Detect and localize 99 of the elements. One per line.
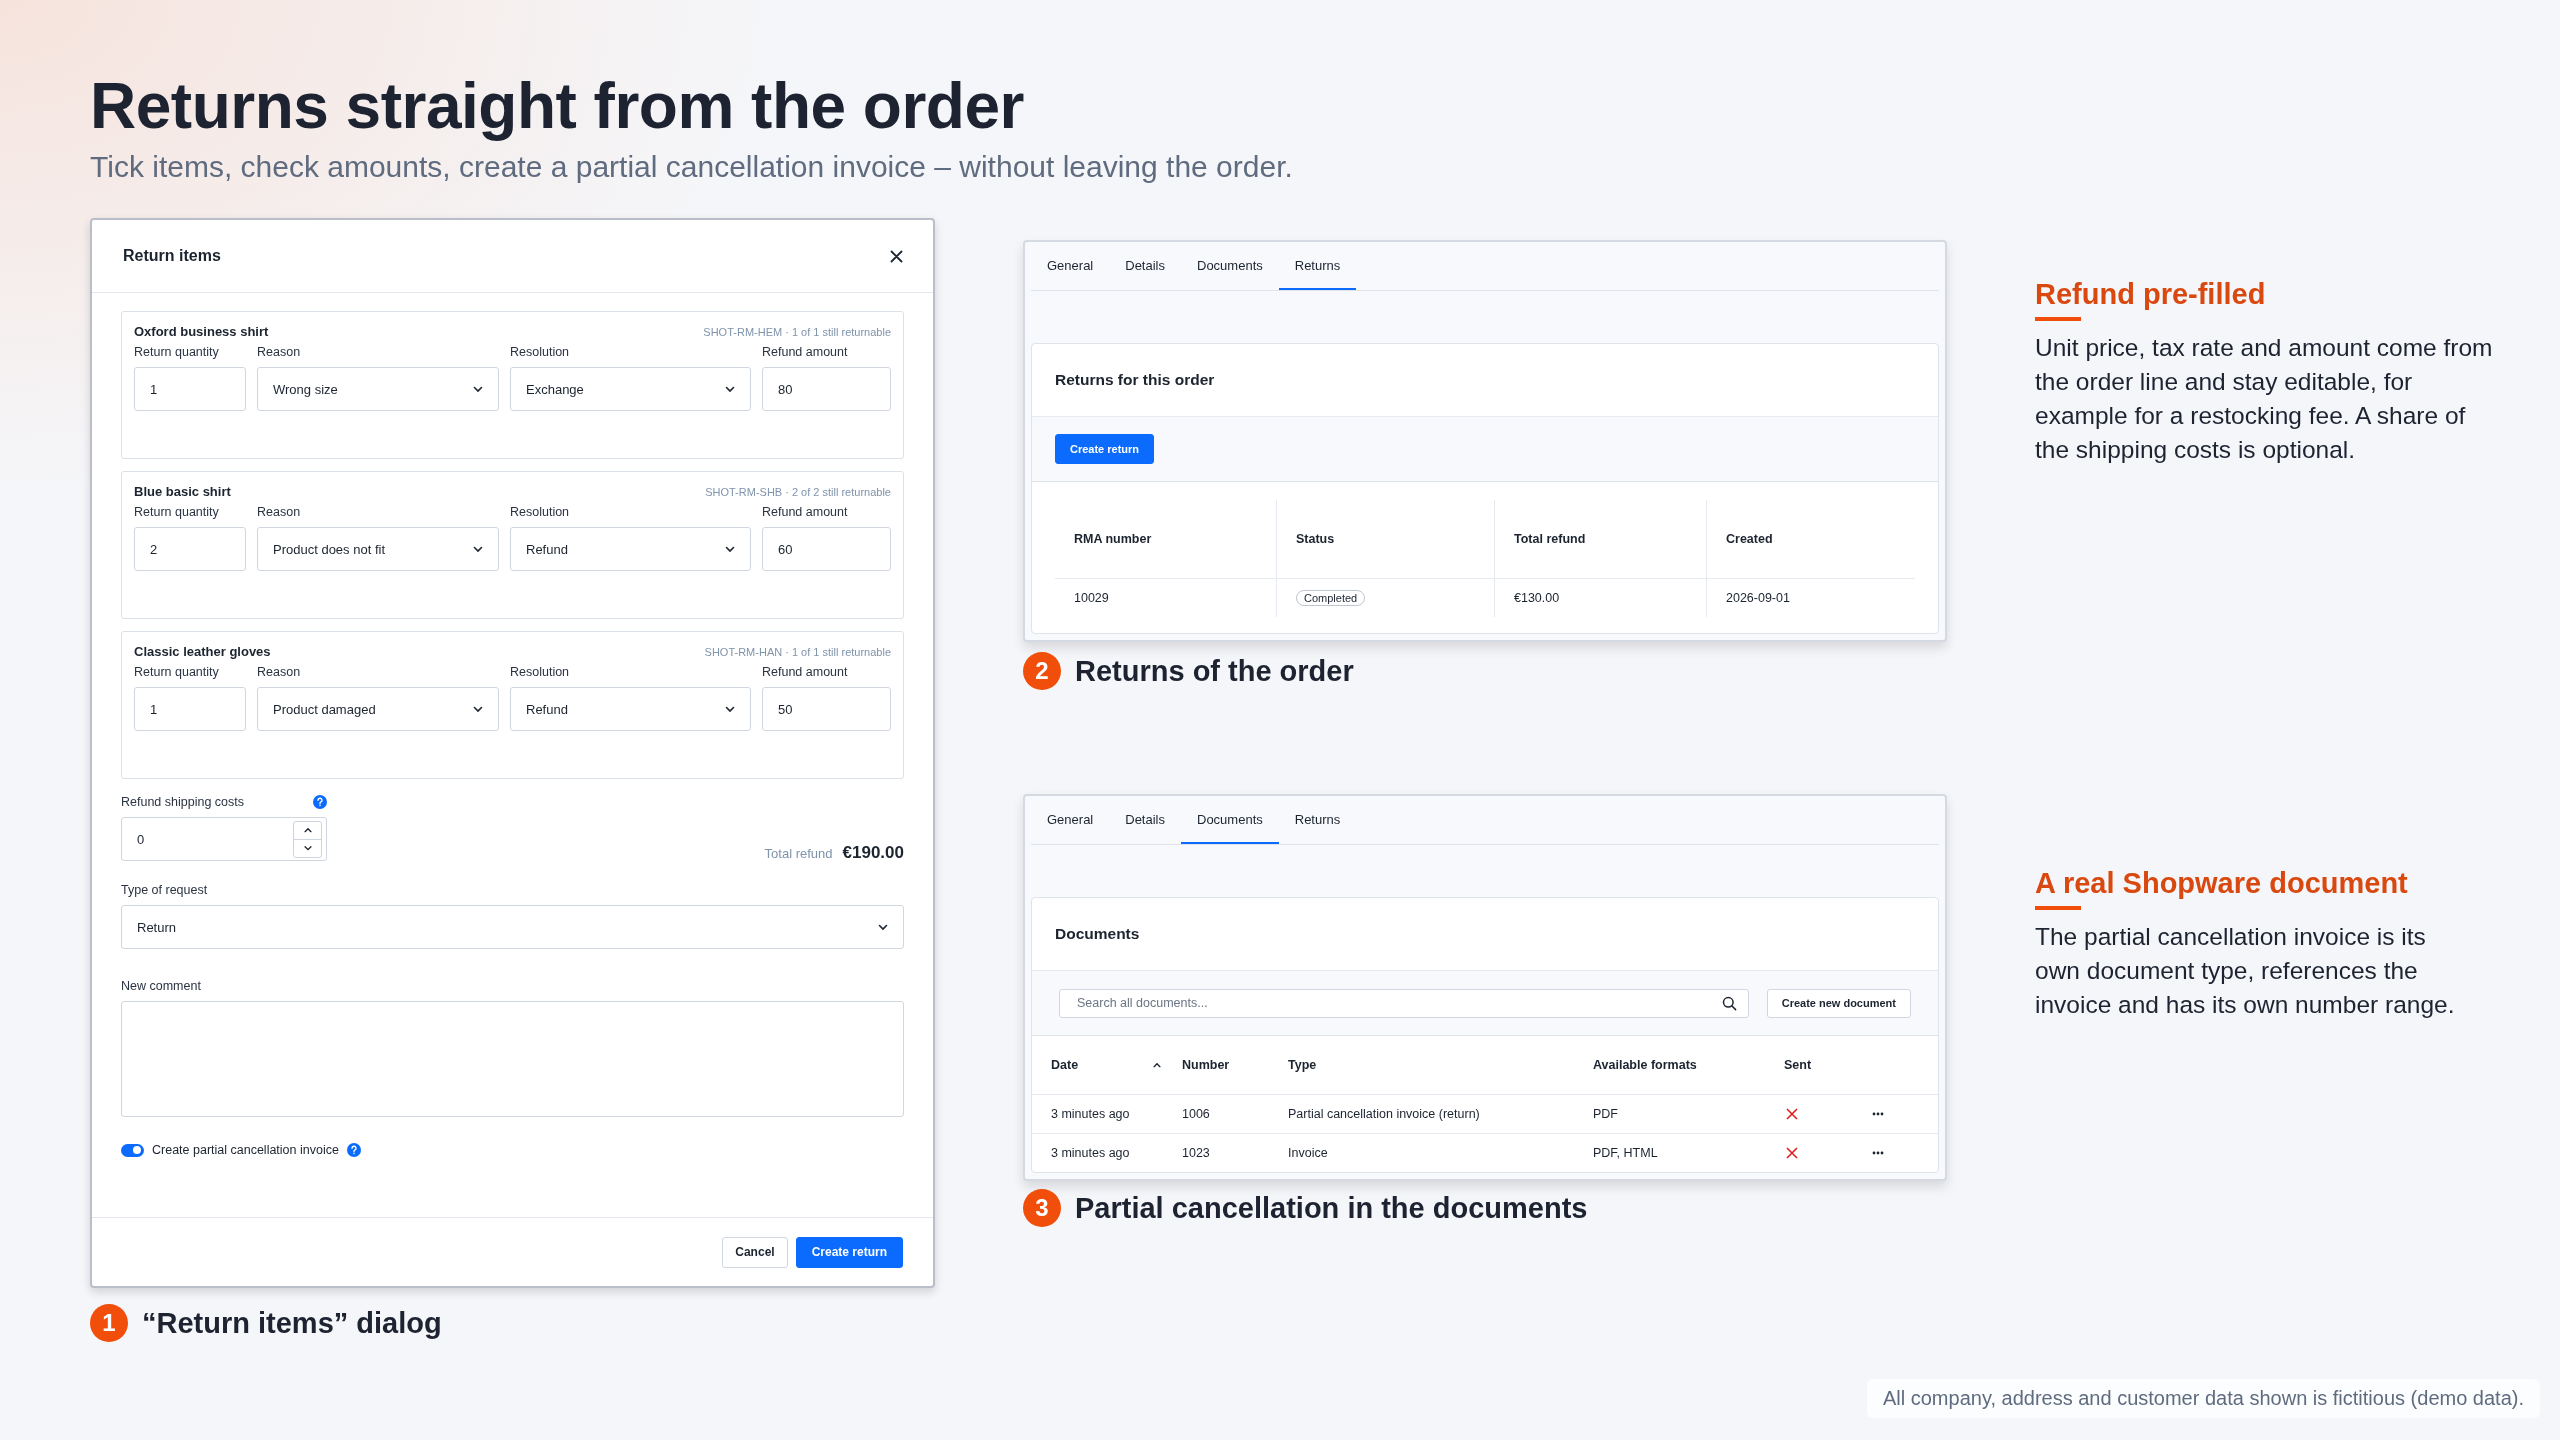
table-cell-text: Invoice (1288, 1145, 1329, 1162)
column-header: Status (1276, 500, 1494, 579)
note-title: Refund pre-filled (2035, 278, 2267, 311)
tab[interactable]: Details (1109, 242, 1181, 290)
item-name: Oxford business shirt (134, 324, 269, 339)
select-field[interactable]: Return (121, 905, 904, 949)
item-info: SHOT-RM-HAN · 1 of 1 still returnable (704, 646, 891, 658)
toggle-label: Create partial cancellation invoice (152, 1143, 339, 1157)
caption: “Return items” dialog (142, 1306, 442, 1340)
select-field[interactable]: Product does not fit (257, 527, 499, 571)
tab[interactable]: Returns (1278, 796, 1357, 844)
select-field[interactable]: Refund (510, 527, 751, 571)
step-number-badge: 3 (1023, 1189, 1061, 1227)
step-number-badge: 2 (1023, 652, 1061, 690)
page-title: Returns straight from the order (90, 69, 1025, 144)
input-field[interactable]: 50 (762, 687, 891, 731)
table-cell: Partial cancellation invoice (return) (1288, 1095, 1593, 1134)
stepper[interactable] (293, 820, 322, 858)
column-header[interactable]: Sent (1784, 1036, 1868, 1095)
table-cell: 1006 (1182, 1095, 1288, 1134)
search-field[interactable]: Search all documents... (1059, 988, 1749, 1018)
tab[interactable]: General (1031, 242, 1110, 290)
table-cell-text: PDF, HTML (1593, 1145, 1659, 1162)
item-name: Classic leather gloves (134, 644, 271, 659)
input-field[interactable]: 1 (134, 367, 246, 411)
tab[interactable]: Returns (1278, 242, 1357, 290)
item-info: SHOT-RM-HEM · 1 of 1 still returnable (703, 326, 891, 338)
tab[interactable]: Documents (1181, 242, 1279, 290)
column-header[interactable]: Number (1182, 1036, 1288, 1095)
field-label: Resolution (510, 505, 571, 519)
tab[interactable]: Documents (1181, 796, 1279, 844)
column-header[interactable]: Date (1032, 1036, 1182, 1095)
table-cell-text: 10029 (1073, 590, 1110, 607)
select-field[interactable]: Wrong size (257, 367, 499, 411)
note-text: Unit price, tax rate and amount come from the order line and stay editable, for example for a restocking fee. A share of the shipping costs is optional. (2035, 333, 2494, 465)
field-label: Reason (257, 345, 302, 359)
total-value: €190.00 (842, 843, 904, 863)
tab[interactable]: General (1031, 796, 1110, 844)
input-field[interactable]: 60 (762, 527, 891, 571)
chevron-down-icon (302, 843, 313, 853)
select-field[interactable]: Exchange (510, 367, 751, 411)
field-label: Refund amount (762, 505, 849, 519)
select-field[interactable]: Refund (510, 687, 751, 731)
total-label: Total refund (764, 846, 833, 861)
number-field[interactable]: 0 (121, 817, 327, 861)
card-title: Documents (1055, 925, 1140, 943)
input-field[interactable]: 80 (762, 367, 891, 411)
disclaimer: All company, address and customer data shown is fictitious (demo data). (1866, 1379, 2540, 1418)
search-icon (1721, 995, 1737, 1011)
column-header: RMA number (1055, 500, 1276, 579)
caption: Returns of the order (1075, 654, 1354, 688)
cancel-button[interactable]: Cancel (722, 1236, 788, 1268)
close-icon[interactable] (890, 249, 903, 263)
table-cell-text: 1023 (1182, 1145, 1211, 1162)
field-label: Return quantity (134, 505, 220, 519)
column-header: Total refund (1494, 500, 1706, 579)
chevron-up-icon (302, 825, 313, 835)
column-header[interactable]: Available formats (1593, 1036, 1784, 1095)
table-cell: PDF (1593, 1095, 1784, 1134)
field-label: Reason (257, 505, 302, 519)
item-info: SHOT-RM-SHB · 2 of 2 still returnable (705, 486, 891, 498)
note-title: A real Shopware document (2035, 867, 2409, 900)
column-header[interactable]: Type (1288, 1036, 1593, 1095)
card-title: Returns for this order (1055, 371, 1215, 389)
field-label: Type of request (121, 883, 209, 897)
select-field[interactable]: Product damaged (257, 687, 499, 731)
step-number-badge: 1 (90, 1304, 128, 1342)
toggle-switch[interactable] (121, 1143, 144, 1157)
dialog-title: Return items (123, 247, 221, 265)
table-cell: €130.00 (1494, 579, 1706, 617)
tab[interactable]: Details (1109, 796, 1181, 844)
create-document-button[interactable]: Create new document (1766, 988, 1911, 1018)
note-text: The partial cancellation invoice is its own document type, references the invoice and has its own number range. (2035, 922, 2456, 1020)
field-label: Reason (257, 665, 302, 679)
help-icon[interactable] (313, 795, 327, 809)
page-subtitle: Tick items, check amounts, create a partial cancellation invoice – without leaving the order. (90, 150, 1294, 184)
field-label: Refund amount (762, 665, 849, 679)
input-field[interactable]: 1 (134, 687, 246, 731)
field-label: Resolution (510, 345, 571, 359)
item-name: Blue basic shirt (134, 484, 231, 499)
more-icon[interactable] (1872, 1112, 1884, 1116)
table-cell: 2026-09-01 (1706, 579, 1915, 617)
field-label: Resolution (510, 665, 571, 679)
comment-field[interactable] (121, 1001, 904, 1117)
help-icon[interactable] (346, 1143, 361, 1157)
create-return-button[interactable]: Create return (1055, 434, 1155, 464)
field-label: Refund amount (762, 345, 849, 359)
table-cell: 3 minutes ago (1032, 1095, 1182, 1134)
caption: Partial cancellation in the documents (1075, 1191, 1588, 1225)
more-icon[interactable] (1872, 1151, 1884, 1155)
sort-ascending-icon (1152, 1060, 1162, 1070)
field-label: Return quantity (134, 665, 220, 679)
table-cell-text: 3 minutes ago (1050, 1145, 1131, 1162)
field-label: Return quantity (134, 345, 220, 359)
create-return-button[interactable]: Create return (795, 1236, 903, 1268)
input-field[interactable]: 2 (134, 527, 246, 571)
field-label: New comment (121, 979, 202, 993)
column-header: Created (1706, 500, 1915, 579)
field-label: Refund shipping costs (121, 795, 244, 809)
